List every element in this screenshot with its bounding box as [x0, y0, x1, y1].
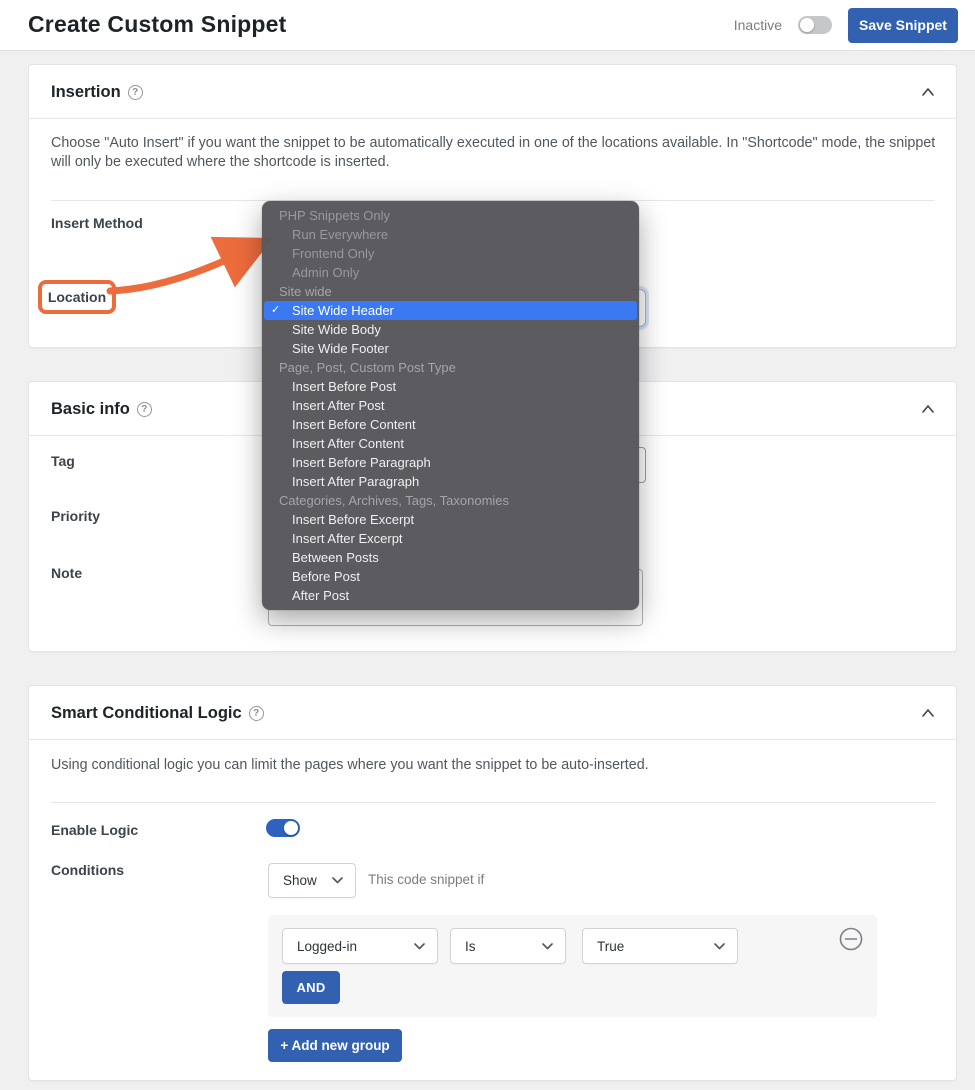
menu-item[interactable]: After Post: [262, 586, 639, 605]
menu-item[interactable]: Site Wide Footer: [262, 339, 639, 358]
note-label: Note: [51, 565, 82, 581]
menu-item: PHP Snippets Only: [262, 206, 639, 225]
show-hide-select-value: Show: [283, 873, 317, 888]
help-icon[interactable]: ?: [249, 706, 264, 721]
menu-item: Run Everywhere: [262, 225, 639, 244]
enable-logic-label: Enable Logic: [51, 822, 138, 838]
menu-item: Frontend Only: [262, 244, 639, 263]
menu-item: Site wide: [262, 282, 639, 301]
basic-info-title-text: Basic info: [51, 400, 130, 419]
menu-item[interactable]: Insert After Paragraph: [262, 472, 639, 491]
condition-hint: This code snippet if: [368, 872, 484, 887]
basic-info-panel-title: Basic info ?: [51, 382, 152, 436]
checkmark-icon: ✓: [271, 301, 280, 320]
enable-logic-toggle[interactable]: [266, 819, 300, 837]
chevron-down-icon: [542, 943, 553, 950]
menu-item[interactable]: Before Post: [262, 567, 639, 586]
show-hide-select[interactable]: Show: [268, 863, 356, 898]
conditional-logic-title-text: Smart Conditional Logic: [51, 704, 242, 723]
menu-item[interactable]: Insert Before Paragraph: [262, 453, 639, 472]
menu-item[interactable]: Insert Before Content: [262, 415, 639, 434]
menu-item[interactable]: Between Posts: [262, 548, 639, 567]
help-icon[interactable]: ?: [137, 402, 152, 417]
top-bar-actions: Inactive Save Snippet: [734, 0, 958, 50]
chevron-down-icon: [714, 943, 725, 950]
chevron-up-icon[interactable]: [920, 707, 936, 719]
menu-item: Admin Only: [262, 263, 639, 282]
page: Create Custom Snippet Inactive Save Snip…: [0, 0, 975, 1090]
menu-item[interactable]: Insert After Excerpt: [262, 529, 639, 548]
conditional-logic-panel-title: Smart Conditional Logic ?: [51, 686, 264, 740]
help-icon[interactable]: ?: [128, 85, 143, 100]
insertion-title-text: Insertion: [51, 83, 121, 102]
condition-value-value: True: [597, 939, 624, 954]
status-label: Inactive: [734, 17, 782, 33]
toggle-knob: [800, 18, 814, 32]
conditions-label: Conditions: [51, 862, 124, 878]
condition-operator-value: Is: [465, 939, 476, 954]
menu-item[interactable]: Insert Before Post: [262, 377, 639, 396]
chevron-up-icon[interactable]: [920, 403, 936, 415]
condition-field-value: Logged-in: [297, 939, 357, 954]
logic-description: Using conditional logic you can limit th…: [51, 756, 941, 775]
menu-item[interactable]: Insert After Post: [262, 396, 639, 415]
condition-group: Logged-in Is True AND: [268, 915, 877, 1017]
active-toggle[interactable]: [798, 16, 832, 34]
menu-item[interactable]: Site Wide Body: [262, 320, 639, 339]
insertion-panel-title: Insertion ?: [51, 65, 143, 119]
remove-condition-icon[interactable]: [839, 927, 863, 951]
insertion-panel-header: Insertion ?: [29, 65, 956, 119]
insert-method-label: Insert Method: [51, 215, 143, 231]
menu-item-selected[interactable]: ✓Site Wide Header: [264, 301, 637, 320]
location-label-annotation: Location: [38, 280, 116, 314]
toggle-knob: [284, 821, 298, 835]
chevron-up-icon[interactable]: [920, 86, 936, 98]
page-title: Create Custom Snippet: [28, 11, 287, 38]
chevron-down-icon: [332, 877, 343, 884]
save-snippet-button[interactable]: Save Snippet: [848, 8, 958, 43]
add-new-group-button[interactable]: + Add new group: [268, 1029, 402, 1062]
menu-item[interactable]: Insert Before Excerpt: [262, 510, 639, 529]
menu-item[interactable]: Insert After Content: [262, 434, 639, 453]
divider: [51, 802, 935, 803]
location-menu: PHP Snippets OnlyRun EverywhereFrontend …: [262, 201, 639, 610]
conditional-logic-panel: Smart Conditional Logic ? Using conditio…: [28, 685, 957, 1081]
priority-label: Priority: [51, 508, 100, 524]
conditional-logic-panel-header: Smart Conditional Logic ?: [29, 686, 956, 740]
insertion-description: Choose "Auto Insert" if you want the sni…: [51, 134, 941, 172]
condition-field-select[interactable]: Logged-in: [282, 928, 438, 964]
condition-value-select[interactable]: True: [582, 928, 738, 964]
menu-item: Page, Post, Custom Post Type: [262, 358, 639, 377]
tag-label: Tag: [51, 453, 75, 469]
menu-item: Categories, Archives, Tags, Taxonomies: [262, 491, 639, 510]
chevron-down-icon: [414, 943, 425, 950]
and-button[interactable]: AND: [282, 971, 340, 1004]
top-bar: Create Custom Snippet Inactive Save Snip…: [0, 0, 975, 50]
condition-operator-select[interactable]: Is: [450, 928, 566, 964]
